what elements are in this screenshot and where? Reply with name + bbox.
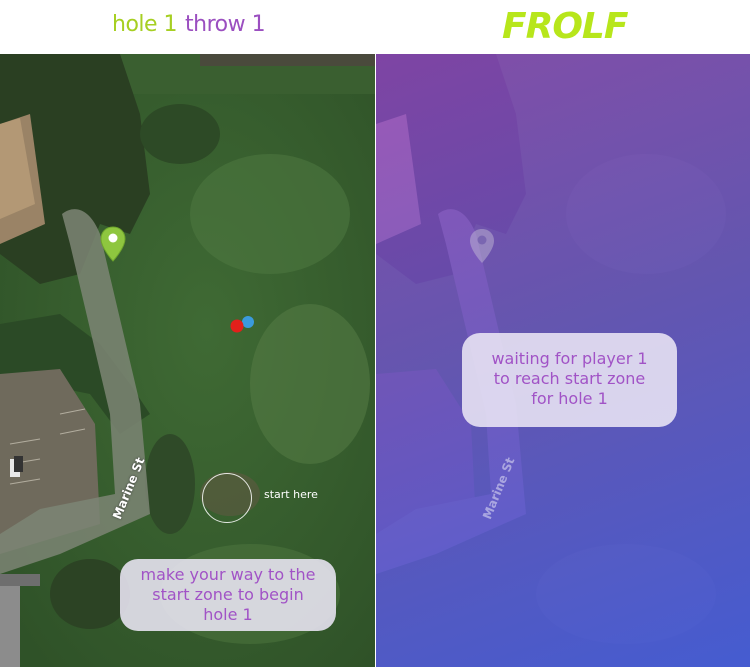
start-zone-circle[interactable] <box>202 473 252 523</box>
instruction-message: make your way to the start zone to begin… <box>120 559 336 631</box>
instruction-line: hole 1 <box>203 605 253 624</box>
player-location-icon[interactable] <box>229 318 245 334</box>
map-pin-icon <box>470 229 494 263</box>
header-bar: hole 1 throw 1 FROLF <box>0 0 750 54</box>
waiting-line: for hole 1 <box>531 389 608 408</box>
map-pin-icon[interactable] <box>100 226 126 262</box>
waiting-panel: Marine St waiting for player 1 to reach … <box>376 54 750 667</box>
instruction-line: make your way to the <box>140 565 316 584</box>
instruction-line: start zone to begin <box>152 585 304 604</box>
start-zone-label: start here <box>264 488 318 501</box>
map-panel[interactable]: Marine St start here make your way to th… <box>0 54 375 667</box>
throw-counter: throw 1 <box>185 12 266 37</box>
waiting-line: to reach start zone <box>493 369 646 388</box>
hole-counter: hole 1 <box>112 12 178 37</box>
brand-logo: FROLF <box>502 6 628 47</box>
waiting-line: waiting for player 1 <box>491 349 648 368</box>
waiting-message: waiting for player 1 to reach start zone… <box>462 333 677 427</box>
